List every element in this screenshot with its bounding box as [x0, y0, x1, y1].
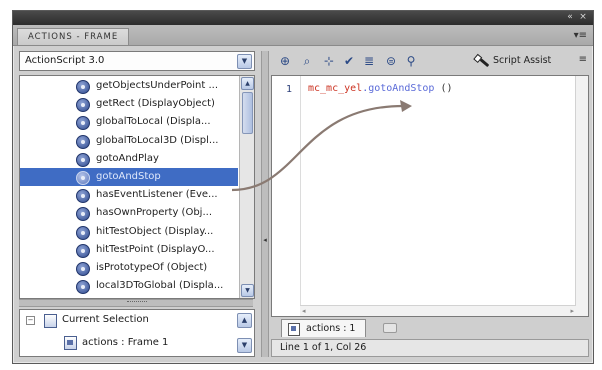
- method-icon: [76, 189, 90, 204]
- actions-list: getObjectsUnderPoint ... getRect (Display…: [19, 75, 255, 299]
- scroll-left-icon[interactable]: ◂: [302, 307, 306, 315]
- method-icon: [76, 225, 90, 240]
- add-statement-icon[interactable]: ⊕: [277, 53, 293, 69]
- tab-actions-1-label: actions : 1: [306, 323, 356, 334]
- editor-vertical-scrollbar[interactable]: [575, 76, 588, 316]
- script-pane: ⊕ ⌕ ⊹ ✔ ≣ ⊜ ⚲ Script Assist ≡ 1 mc_mc_ye…: [271, 51, 589, 357]
- code-parens: (): [434, 83, 453, 94]
- close-panel-icon[interactable]: ×: [578, 13, 588, 22]
- magic-wand-icon: [476, 55, 490, 68]
- line-number: 1: [286, 84, 293, 95]
- method-icon: [76, 80, 90, 94]
- find-icon[interactable]: ⌕: [299, 53, 315, 69]
- list-item-label: hasEventListener (Eve...: [96, 189, 218, 201]
- method-icon: [76, 243, 90, 258]
- script-assist-label: Script Assist: [493, 55, 552, 66]
- list-item-label: hitTestObject (Display...: [96, 225, 214, 237]
- panel-tab-bar: ACTIONS - FRAME ▾≡: [13, 25, 593, 46]
- actions-list-scrollbar[interactable]: ▲ ▼: [239, 76, 254, 298]
- list-item-label: globalToLocal3D (Displ...: [96, 134, 219, 146]
- list-item[interactable]: gotoAndPlay: [20, 150, 238, 168]
- script-toolbar: ⊕ ⌕ ⊹ ✔ ≣ ⊜ ⚲ Script Assist ≡: [271, 51, 589, 73]
- actions-toolbox-pane: ActionScript 3.0 ▼ getObjectsUnderPoint …: [19, 51, 259, 357]
- actions-panel-window: « × ACTIONS - FRAME ▾≡ ActionScript 3.0 …: [12, 10, 594, 364]
- tree-collapse-icon[interactable]: −: [26, 316, 35, 325]
- code-hint-icon[interactable]: ⊜: [383, 53, 399, 69]
- list-item-label: hasOwnProperty (Obj...: [96, 207, 212, 219]
- navigator-scroll-up-icon[interactable]: ▲: [237, 313, 252, 328]
- current-selection-label[interactable]: Current Selection: [62, 314, 149, 325]
- cursor-position: Line 1 of 1, Col 26: [280, 342, 367, 353]
- collapse-toolbox-icon[interactable]: ◂: [262, 236, 268, 244]
- scroll-thumb[interactable]: [242, 92, 253, 134]
- list-item-label: gotoAndStop: [96, 171, 161, 182]
- list-item-selected[interactable]: gotoAndStop: [20, 168, 238, 186]
- horizontal-splitter[interactable]: [19, 299, 253, 307]
- scroll-down-icon[interactable]: ▼: [241, 284, 254, 297]
- list-item[interactable]: hitTestPoint (DisplayO...: [20, 241, 238, 259]
- language-version-select[interactable]: ActionScript 3.0 ▼: [19, 51, 255, 71]
- line-number-gutter: 1: [272, 76, 301, 316]
- method-icon: [76, 207, 90, 222]
- method-icon: [76, 280, 90, 295]
- list-item[interactable]: globalToLocal3D (Displ...: [20, 132, 238, 150]
- list-item-label: local3DToGlobal (Displa...: [96, 280, 224, 292]
- list-item-label: isPrototypeOf (Object): [96, 262, 208, 273]
- panel-top-strip: « ×: [13, 11, 593, 25]
- chevron-down-icon[interactable]: ▼: [237, 54, 252, 69]
- list-item-label: gotoAndPlay: [96, 152, 159, 164]
- method-icon: [76, 98, 90, 113]
- method-icon: [76, 134, 90, 149]
- debug-options-icon[interactable]: ⚲: [403, 53, 419, 69]
- list-item[interactable]: getObjectsUnderPoint ...: [20, 77, 238, 95]
- list-item[interactable]: hitTestObject (Display...: [20, 223, 238, 241]
- list-item[interactable]: hasOwnProperty (Obj...: [20, 204, 238, 222]
- method-icon: [76, 171, 90, 185]
- script-navigator: − Current Selection actions : Frame 1 ▲ …: [19, 309, 255, 357]
- tab-actions-frame[interactable]: ACTIONS - FRAME: [17, 28, 130, 45]
- method-icon: [76, 152, 90, 167]
- frame-selection-item[interactable]: actions : Frame 1: [82, 337, 168, 348]
- panel-menu-icon[interactable]: ▾≡: [574, 30, 587, 41]
- script-tabs: actions : 1: [271, 319, 589, 337]
- toolbar-menu-icon[interactable]: ≡: [579, 54, 587, 65]
- language-version-value: ActionScript 3.0: [25, 55, 105, 66]
- editor-horizontal-scrollbar[interactable]: ◂ ▸: [300, 305, 576, 316]
- code-line[interactable]: mc_mc_yel.gotoAndStop (): [308, 83, 453, 94]
- status-bar: Line 1 of 1, Col 26: [271, 339, 589, 357]
- scroll-right-icon[interactable]: ▸: [570, 307, 574, 315]
- list-item-label: hitTestPoint (DisplayO...: [96, 243, 215, 255]
- scroll-up-icon[interactable]: ▲: [241, 77, 254, 90]
- check-syntax-icon[interactable]: ✔: [341, 53, 357, 69]
- frame-script-icon: [288, 323, 300, 336]
- script-assist-button[interactable]: Script Assist: [471, 52, 555, 70]
- pin-script-icon[interactable]: [383, 323, 397, 333]
- code-object-name: mc_mc_yel: [308, 83, 363, 94]
- list-item-label: getObjectsUnderPoint ...: [96, 80, 219, 91]
- frame-script-icon: [64, 336, 77, 350]
- method-icon: [76, 262, 90, 276]
- splitter-grip: [127, 301, 147, 304]
- navigator-scroll-down-icon[interactable]: ▼: [237, 338, 252, 353]
- tab-actions-1[interactable]: actions : 1: [281, 319, 367, 337]
- vertical-splitter[interactable]: ◂: [261, 51, 269, 357]
- list-item[interactable]: isPrototypeOf (Object): [20, 259, 238, 277]
- collapse-panel-icon[interactable]: «: [565, 13, 575, 22]
- list-item[interactable]: local3DToGlobal (Displa...: [20, 277, 238, 295]
- list-item-label: getRect (DisplayObject): [96, 98, 215, 110]
- list-item-label: globalToLocal (Displa...: [96, 116, 211, 128]
- code-editor[interactable]: 1 mc_mc_yel.gotoAndStop () ◂ ▸: [271, 75, 589, 317]
- selection-icon: [44, 314, 57, 328]
- method-icon: [76, 116, 90, 131]
- list-item[interactable]: getRect (DisplayObject): [20, 95, 238, 113]
- auto-format-icon[interactable]: ≣: [361, 53, 377, 69]
- target-path-icon[interactable]: ⊹: [321, 53, 337, 69]
- list-item[interactable]: globalToLocal (Displa...: [20, 113, 238, 131]
- code-method-name: gotoAndStop: [368, 83, 435, 94]
- list-item[interactable]: hasEventListener (Eve...: [20, 186, 238, 204]
